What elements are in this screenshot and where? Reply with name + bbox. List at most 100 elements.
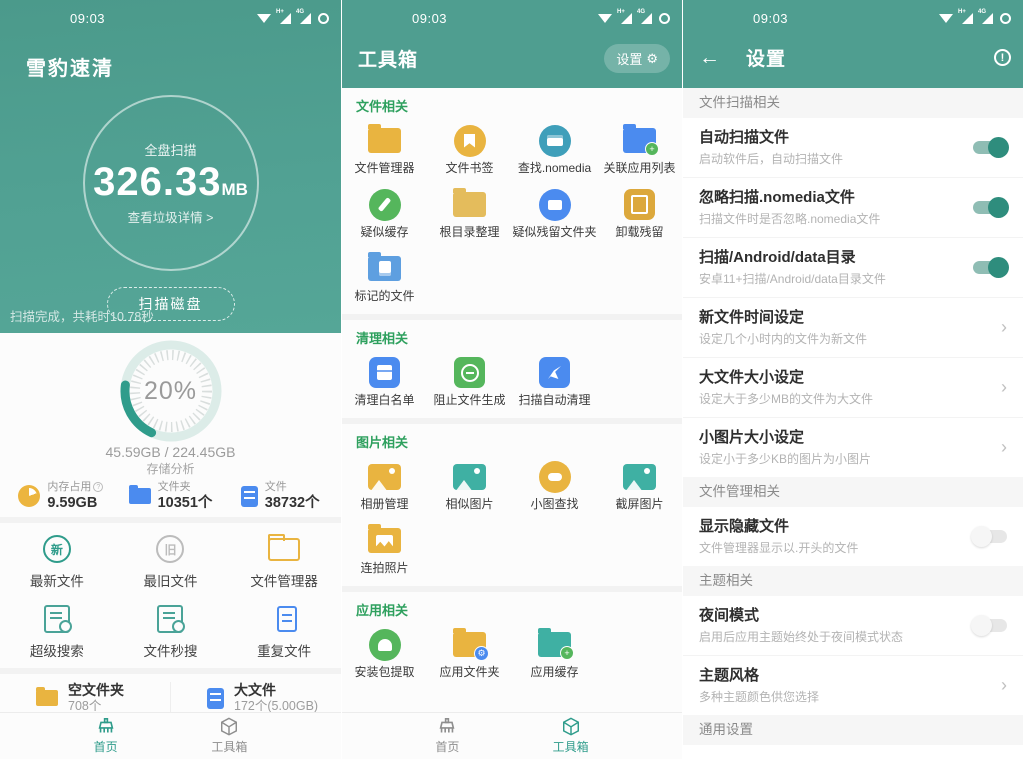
tool-similar-images[interactable]: 相似图片 [427,460,512,512]
panel-settings: 09:03 H+ 4G ← 设置 ! 文件扫描相关 自动扫描文件 启动软件后，自… [682,0,1023,759]
tool-uninstall-residue[interactable]: 卸载残留 [597,188,682,240]
toolbox-header: 09:03 H+ 4G 工具箱 设置 ⚙ [342,0,682,88]
tool-file-manager[interactable]: 文件管理器 [227,533,341,590]
tool-small-image-finder[interactable]: 小图查找 [512,460,597,512]
root-dir-icon [453,188,486,217]
setting-theme-style[interactable]: 主题风格 多种主题颜色供您选择 › [683,655,1023,715]
duplicate-files-icon [271,606,298,641]
tool-clean-whitelist[interactable]: 清理白名单 [342,356,427,408]
setting-scan-android-data[interactable]: 扫描/Android/data目录 安卓11+扫描/Android/data目录… [683,237,1023,297]
section-title: 清理相关 [356,331,409,346]
status-bar: 09:03 H+ 4G [683,0,1023,30]
scan-status-text: 扫描完成，共耗时10.78秒 [10,310,154,324]
tool-app-folders[interactable]: 应用文件夹 [427,628,512,680]
signal-icon: H+ [617,9,632,24]
tool-newest-files[interactable]: 新 最新文件 [0,533,114,590]
empty-folders-entry[interactable]: 空文件夹 708个 [0,682,170,714]
tool-find-nomedia[interactable]: 查找.nomedia [512,124,597,176]
cube-icon [562,717,579,736]
tool-file-manager[interactable]: 文件管理器 [342,124,427,176]
apk-extract-icon [368,628,401,661]
signal-icon: H+ [276,9,291,24]
section-title: 应用相关 [356,603,409,618]
section-files: 文件相关 文件管理器 文件书签 查找.nomedia 关联应用列表 [342,88,682,314]
file-manager-icon [368,124,401,153]
big-files-entry[interactable]: 大文件 172个(5.00GB) [170,682,341,714]
wifi-icon [939,13,953,23]
nav-toolbox[interactable]: 工具箱 [211,717,247,755]
auto-clean-icon [539,357,570,388]
chevron-right-icon: › [1001,377,1007,397]
setting-ignore-nomedia[interactable]: 忽略扫描.nomedia文件 扫描文件时是否忽略.nomedia文件 [683,177,1023,237]
toggle[interactable] [973,257,1009,278]
signal-icon: 4G [978,9,993,24]
help-icon[interactable]: ? [93,482,104,492]
tool-instant-search[interactable]: 文件秒搜 [114,603,228,660]
toggle[interactable] [971,615,1007,636]
info-icon[interactable]: ! [994,49,1011,66]
panel-home: 09:03 H+ 4G 雪豹速清 全盘扫描 326.33MB 查看垃圾详情 > … [0,0,341,759]
section-title: 图片相关 [356,435,409,450]
tool-app-cache[interactable]: 应用缓存 [512,628,597,680]
nomedia-icon [538,124,571,157]
home-hero: 09:03 H+ 4G 雪豹速清 全盘扫描 326.33MB 查看垃圾详情 > … [0,0,341,333]
tool-super-search[interactable]: 超级搜索 [0,603,114,660]
cache-icon [368,188,401,221]
view-junk-details-link[interactable]: 查看垃圾详情 > [128,207,214,226]
broom-icon [439,718,455,733]
settings-group-header: 文件管理相关 [683,477,1023,507]
instant-search-icon [157,605,186,633]
tool-marked-files[interactable]: 标记的文件 [342,252,427,304]
tool-file-bookmarks[interactable]: 文件书签 [427,124,512,176]
tool-root-cleanup[interactable]: 根目录整理 [427,188,512,240]
nav-toolbox[interactable]: 工具箱 [553,717,589,755]
broom-icon [98,718,114,733]
storage-usage: 45.59GB / 224.45GB [105,444,236,460]
status-bar: 09:03 H+ 4G [342,0,682,30]
gear-icon: ⚙ [646,50,658,66]
tool-oldest-files[interactable]: 旧 最旧文件 [114,533,228,590]
tool-duplicate-files[interactable]: 重复文件 [227,603,341,660]
cube-icon [221,717,238,736]
status-time: 09:03 [412,10,448,26]
setting-night-mode[interactable]: 夜间模式 启用后应用主题始终处于夜间模式状态 [683,596,1023,655]
nav-home[interactable]: 首页 [435,717,459,755]
empty-folder-icon [36,687,58,706]
tool-suspected-cache[interactable]: 疑似缓存 [342,188,427,240]
tool-apk-extract[interactable]: 安装包提取 [342,628,427,680]
setting-small-image-size[interactable]: 小图片大小设定 设定小于多少KB的图片为小图片 › [683,417,1023,477]
toggle[interactable] [973,197,1009,218]
chevron-right-icon: › [1001,675,1007,695]
section-title: 文件相关 [356,99,409,114]
memory-pie-icon [18,485,41,507]
oldest-files-icon: 旧 [156,535,185,563]
app-cache-icon [538,628,574,660]
status-time: 09:03 [70,10,106,26]
settings-button[interactable]: 设置 ⚙ [604,44,670,73]
chevron-right-icon: › [1001,437,1007,457]
status-bar: 09:03 H+ 4G [0,0,341,30]
tool-auto-clean-scan[interactable]: 扫描自动清理 [512,356,597,408]
setting-show-hidden-files[interactable]: 显示隐藏文件 文件管理器显示以.开头的文件 [683,507,1023,566]
panel-toolbox: 09:03 H+ 4G 工具箱 设置 ⚙ 文件相关 文件管理器 文件书签 查找.… [341,0,682,759]
back-icon[interactable]: ← [699,46,720,70]
setting-new-file-time[interactable]: 新文件时间设定 设定几个小时内的文件为新文件 › [683,297,1023,357]
home-tools-grid: 新 最新文件 旧 最旧文件 文件管理器 超级搜索 文件秒搜 重复文件 [0,523,341,668]
scan-size-unit: MB [221,180,248,199]
settings-header: 09:03 H+ 4G ← 设置 ! [683,0,1023,88]
tool-residual-folders[interactable]: 疑似残留文件夹 [512,188,597,240]
tool-block-file-creation[interactable]: 阻止文件生成 [427,356,512,408]
nav-home[interactable]: 首页 [94,717,118,755]
setting-big-file-size[interactable]: 大文件大小设定 设定大于多少MB的文件为大文件 › [683,357,1023,417]
file-icon [240,485,258,507]
setting-auto-scan[interactable]: 自动扫描文件 启动软件后，自动扫描文件 [683,118,1023,177]
toggle[interactable] [971,526,1007,547]
tool-burst-photos[interactable]: 连拍照片 [342,524,427,576]
folder-icon [128,485,151,504]
tool-album-manager[interactable]: 相册管理 [342,460,427,512]
toggle[interactable] [973,137,1009,158]
scan-label: 全盘扫描 [144,143,197,158]
tool-screenshots[interactable]: 截屏图片 [597,460,682,512]
tool-linked-apps[interactable]: 关联应用列表 [597,124,682,176]
residual-folder-icon [538,188,571,221]
